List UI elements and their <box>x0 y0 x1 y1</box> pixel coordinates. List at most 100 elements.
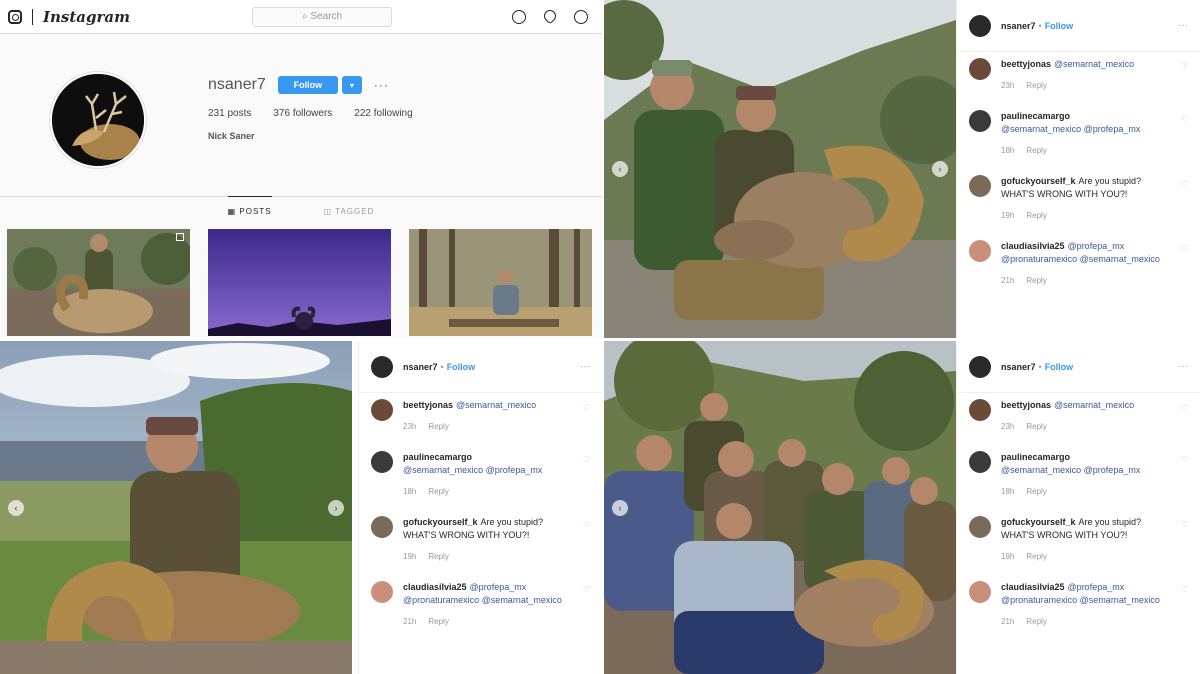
post-photo-2[interactable]: ‹ › <box>0 341 352 674</box>
reply-button[interactable]: Reply <box>428 617 448 626</box>
carousel-prev-button[interactable]: ‹ <box>612 161 628 177</box>
commenter-avatar[interactable] <box>371 581 393 603</box>
more-options-icon[interactable]: ··· <box>1178 361 1188 372</box>
commenter-username[interactable]: beettyjonas <box>1001 400 1051 410</box>
post-photo-1[interactable]: ‹ › <box>604 0 956 338</box>
commenter-avatar[interactable] <box>969 399 991 421</box>
reply-button[interactable]: Reply <box>1026 276 1046 285</box>
commenter-avatar[interactable] <box>371 516 393 538</box>
commenter-avatar[interactable] <box>969 58 991 80</box>
grid-post-forest-hunter[interactable] <box>409 229 592 336</box>
commenter-avatar[interactable] <box>371 451 393 473</box>
like-comment-icon[interactable]: ♡ <box>583 403 590 412</box>
carousel-prev-button[interactable]: ‹ <box>8 499 24 516</box>
post-author-username[interactable]: nsaner7 <box>1001 21 1036 31</box>
comment-time: 21h <box>1001 276 1015 285</box>
post-follow-button[interactable]: Follow <box>1045 362 1074 372</box>
like-comment-icon[interactable]: ♡ <box>1181 62 1188 71</box>
post-author-username[interactable]: nsaner7 <box>1001 362 1036 372</box>
reply-button[interactable]: Reply <box>428 422 448 431</box>
commenter-username[interactable]: gofuckyourself_k <box>1001 176 1076 186</box>
commenter-username[interactable]: paulinecamargo <box>1001 452 1070 462</box>
follow-button[interactable]: Follow <box>277 76 338 94</box>
like-comment-icon[interactable]: ♡ <box>583 520 590 529</box>
post-author-username[interactable]: nsaner7 <box>403 362 438 372</box>
comment-time: 18h <box>1001 487 1015 496</box>
grid-post-ram-hunter[interactable] <box>7 229 190 336</box>
profile-full-name: Nick Saner <box>208 131 255 141</box>
like-comment-icon[interactable]: ♡ <box>1181 403 1188 412</box>
commenter-username[interactable]: beettyjonas <box>1001 59 1051 69</box>
commenter-avatar[interactable] <box>969 516 991 538</box>
carousel-icon <box>176 233 184 241</box>
reply-button[interactable]: Reply <box>1026 487 1046 496</box>
commenter-username[interactable]: paulinecamargo <box>403 452 472 462</box>
post-sidebar-3: nsaner7 • Follow ··· beettyjonas @semarna… <box>956 341 1200 674</box>
commenter-avatar[interactable] <box>969 110 991 132</box>
suggestions-dropdown-button[interactable]: ▾ <box>341 76 362 94</box>
heart-icon[interactable] <box>541 7 559 24</box>
like-comment-icon[interactable]: ♡ <box>1181 520 1188 529</box>
post-follow-button[interactable]: Follow <box>1045 21 1074 31</box>
search-input[interactable]: ⌕ Search <box>252 6 392 27</box>
carousel-prev-button[interactable]: ‹ <box>612 499 628 516</box>
like-comment-icon[interactable]: ♡ <box>1181 244 1188 253</box>
post-follow-button[interactable]: Follow <box>447 362 476 372</box>
post-grid <box>7 229 592 336</box>
comment-item: beettyjonas @semarnat_mexico 23h Reply ♡ <box>371 399 590 433</box>
post-author-avatar[interactable] <box>371 355 393 378</box>
tab-tagged[interactable]: ◫ TAGGED <box>324 207 375 216</box>
reply-button[interactable]: Reply <box>428 487 448 496</box>
commenter-avatar[interactable] <box>969 451 991 473</box>
reply-button[interactable]: Reply <box>1026 211 1046 220</box>
commenter-username[interactable]: gofuckyourself_k <box>403 517 478 527</box>
separator-dot: • <box>1038 20 1042 31</box>
profile-avatar <box>50 72 146 168</box>
commenter-avatar[interactable] <box>969 240 991 262</box>
commenter-username[interactable]: claudiasilvia25 <box>1001 241 1065 251</box>
more-options-icon[interactable]: ··· <box>1178 20 1188 31</box>
profile-icon[interactable] <box>574 9 588 24</box>
carousel-next-button[interactable]: › <box>932 161 948 177</box>
commenter-username[interactable]: beettyjonas <box>403 400 453 410</box>
reply-button[interactable]: Reply <box>428 552 448 561</box>
comment-item: beettyjonas @semarnat_mexico 23h Reply ♡ <box>969 399 1188 433</box>
reply-button[interactable]: Reply <box>1026 422 1046 431</box>
reply-button[interactable]: Reply <box>1026 81 1046 90</box>
following-count[interactable]: 222 following <box>354 108 412 119</box>
comment-item: beettyjonas @semarnat_mexico 23h Reply ♡ <box>969 58 1188 92</box>
reply-button[interactable]: Reply <box>1026 617 1046 626</box>
commenter-username[interactable]: claudiasilvia25 <box>403 582 467 592</box>
post-view-3: ‹ nsaner7 • Follow ··· beettyjonas @semar… <box>604 341 1200 674</box>
like-comment-icon[interactable]: ♡ <box>583 585 590 594</box>
post-author-avatar[interactable] <box>969 14 991 37</box>
like-comment-icon[interactable]: ♡ <box>1181 455 1188 464</box>
commenter-avatar[interactable] <box>969 581 991 603</box>
comment-item: paulinecamargo @semarnat_mexico @profepa_… <box>371 451 590 498</box>
more-options-icon[interactable]: ··· <box>580 361 590 372</box>
comment-time: 23h <box>403 422 417 431</box>
compass-icon[interactable] <box>512 9 526 24</box>
reply-button[interactable]: Reply <box>1026 146 1046 155</box>
like-comment-icon[interactable]: ♡ <box>1181 585 1188 594</box>
commenter-avatar[interactable] <box>371 399 393 421</box>
comment-time: 23h <box>1001 422 1015 431</box>
commenter-username[interactable]: paulinecamargo <box>1001 111 1070 121</box>
more-options-button[interactable]: ··· <box>374 78 389 92</box>
tab-posts[interactable]: ▦ POSTS <box>227 196 272 216</box>
carousel-next-button[interactable]: › <box>328 499 344 516</box>
commenter-username[interactable]: gofuckyourself_k <box>1001 517 1076 527</box>
followers-count[interactable]: 376 followers <box>273 108 332 119</box>
reply-button[interactable]: Reply <box>1026 552 1046 561</box>
camera-icon[interactable] <box>8 9 22 24</box>
post-photo-3[interactable]: ‹ <box>604 341 956 674</box>
like-comment-icon[interactable]: ♡ <box>1181 179 1188 188</box>
like-comment-icon[interactable]: ♡ <box>1181 114 1188 123</box>
grid-post-night-sky[interactable] <box>208 229 391 336</box>
commenter-avatar[interactable] <box>969 175 991 197</box>
like-comment-icon[interactable]: ♡ <box>583 455 590 464</box>
comment-item: gofuckyourself_k Are you stupid? WHAT'S W… <box>969 175 1188 222</box>
post-author-avatar[interactable] <box>969 355 991 378</box>
commenter-username[interactable]: claudiasilvia25 <box>1001 582 1065 592</box>
instagram-logo[interactable]: Instagram <box>43 8 130 26</box>
